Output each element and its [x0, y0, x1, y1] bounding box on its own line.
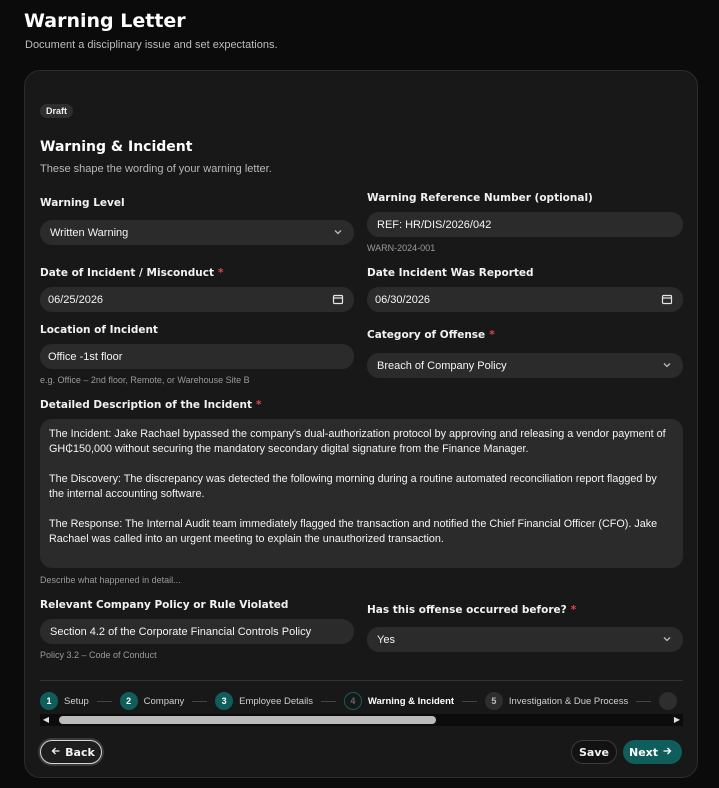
category-select[interactable]: Breach of Company Policy	[367, 353, 683, 378]
warning-level-value: Written Warning	[50, 226, 129, 239]
description-paragraph: The Response: The Internal Audit team im…	[49, 518, 658, 545]
chevron-down-icon	[662, 360, 672, 370]
step-label: Employee Details	[239, 695, 314, 707]
location-input[interactable]: Office -1st floor	[40, 344, 354, 369]
scrollbar-thumb[interactable]	[59, 716, 436, 724]
page-title: Warning Letter	[24, 10, 186, 32]
step-number: 3	[215, 692, 234, 710]
progress-stepper: 1 Setup 2 Company 3 Employee Details 4 W…	[40, 690, 683, 712]
reference-label: Warning Reference Number (optional)	[367, 192, 593, 204]
step-next-partial[interactable]	[659, 692, 683, 710]
incident-date-label: Date of Incident / Misconduct *	[40, 267, 224, 279]
category-value: Breach of Company Policy	[377, 359, 507, 372]
next-button[interactable]: Next	[623, 740, 682, 764]
calendar-icon[interactable]	[332, 293, 344, 305]
save-label: Save	[579, 745, 609, 759]
prior-offense-value: Yes	[377, 633, 395, 646]
step-label: Setup	[64, 695, 89, 707]
location-label: Location of Incident	[40, 324, 158, 336]
reference-input[interactable]: REF: HR/DIS/2026/042	[367, 212, 683, 237]
section-title: Warning & Incident	[40, 139, 193, 155]
location-hint: e.g. Office – 2nd floor, Remote, or Ware…	[40, 375, 250, 385]
step-label: Warning & Incident	[367, 695, 455, 707]
reported-date-label: Date Incident Was Reported	[367, 267, 534, 279]
reference-hint: WARN-2024-001	[367, 243, 436, 253]
description-textarea[interactable]: The Incident: Jake Rachael bypassed the …	[40, 419, 683, 568]
step-setup[interactable]: 1 Setup	[40, 692, 89, 710]
section-subtitle: These shape the wording of your warning …	[40, 163, 272, 175]
back-label: Back	[65, 745, 95, 759]
arrow-left-icon	[51, 746, 61, 759]
category-label: Category of Offense *	[367, 329, 495, 341]
step-number: 1	[40, 692, 58, 710]
prior-offense-label: Has this offense occurred before? *	[367, 604, 577, 616]
prior-offense-select[interactable]: Yes	[367, 627, 683, 652]
reported-date-value: 06/30/2026	[375, 293, 431, 306]
warning-level-label: Warning Level	[40, 197, 125, 209]
description-hint: Describe what happened in detail...	[40, 575, 181, 585]
back-button[interactable]: Back	[40, 740, 102, 764]
policy-value: Section 4.2 of the Corporate Financial C…	[50, 625, 312, 638]
policy-hint: Policy 3.2 – Code of Conduct	[40, 650, 157, 660]
scroll-left-icon[interactable]: ◀	[40, 714, 52, 726]
reported-date-input[interactable]: 06/30/2026	[367, 287, 683, 312]
step-separator	[462, 700, 477, 702]
description-paragraph: The Incident: Jake Rachael bypassed the …	[49, 428, 666, 455]
step-number: 4	[343, 692, 362, 710]
step-number: 2	[119, 692, 138, 710]
chevron-down-icon	[333, 227, 343, 237]
calendar-icon[interactable]	[661, 293, 673, 305]
step-company[interactable]: 2 Company	[119, 692, 185, 710]
step-label: Investigation & Due Process	[508, 695, 629, 707]
description-paragraph: The Discovery: The discrepancy was detec…	[49, 473, 657, 500]
step-warning-incident[interactable]: 4 Warning & Incident	[343, 692, 455, 710]
step-separator	[192, 700, 208, 702]
status-badge: Draft	[40, 104, 74, 118]
step-number: 5	[484, 692, 503, 710]
form-card: Draft Warning & Incident These shape the…	[24, 70, 698, 778]
chevron-down-icon	[662, 634, 672, 644]
step-separator	[321, 700, 336, 702]
step-label: Company	[143, 695, 185, 707]
step-number	[659, 692, 678, 710]
warning-level-select[interactable]: Written Warning	[40, 220, 354, 245]
reference-value: REF: HR/DIS/2026/042	[377, 218, 492, 231]
divider	[40, 680, 683, 681]
step-employee-details[interactable]: 3 Employee Details	[215, 692, 313, 710]
arrow-right-icon	[662, 746, 672, 759]
horizontal-scrollbar[interactable]: ◀ ▶	[40, 714, 683, 726]
location-value: Office -1st floor	[48, 350, 123, 363]
page-subtitle: Document a disciplinary issue and set ex…	[25, 39, 278, 51]
policy-input[interactable]: Section 4.2 of the Corporate Financial C…	[40, 619, 354, 644]
incident-date-input[interactable]: 06/25/2026	[40, 287, 354, 312]
save-button[interactable]: Save	[571, 740, 617, 764]
step-separator	[636, 700, 652, 702]
next-label: Next	[628, 745, 659, 759]
step-investigation[interactable]: 5 Investigation & Due Process	[484, 692, 629, 710]
scroll-right-icon[interactable]: ▶	[671, 714, 683, 726]
policy-label: Relevant Company Policy or Rule Violated	[40, 599, 289, 611]
description-label: Detailed Description of the Incident *	[40, 399, 262, 411]
step-separator	[96, 700, 112, 702]
incident-date-value: 06/25/2026	[48, 293, 104, 306]
